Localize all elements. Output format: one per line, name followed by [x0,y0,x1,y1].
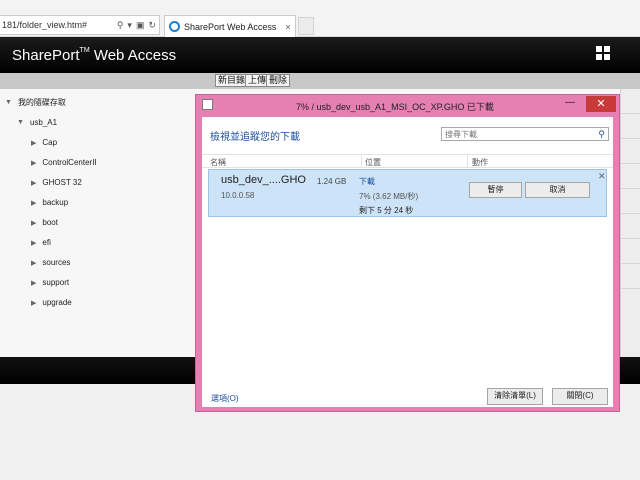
browser-tab[interactable]: SharePort Web Access × [164,15,296,37]
download-size: 1.24 GB [317,177,347,186]
tree-item-root[interactable]: ▼ 我的隨碟存取 [5,97,66,108]
download-source: 10.0.0.58 [221,191,255,200]
search-downloads-input[interactable]: 搜尋下載 ⚲ [441,127,609,141]
dialog-title: 7% / usb_dev_usb_A1_MSI_OC_XP.GHO 已下載 [296,102,494,112]
pause-button[interactable]: 暫停 [469,182,522,198]
download-progress: 7% (3.62 MB/秒) [359,192,419,201]
download-dialog: 7% / usb_dev_usb_A1_MSI_OC_XP.GHO 已下載 — … [195,94,620,412]
tree-item-folder[interactable]: ▶ sources [31,258,70,267]
search-icon[interactable]: ⚲ [598,129,608,140]
new-folder-button[interactable]: 新目錄 [215,74,249,87]
download-status-link[interactable]: 下載 [359,176,375,187]
cancel-button[interactable]: 取消 [525,182,590,198]
browser-logo-icon [169,21,180,32]
address-bar[interactable]: 181/folder_view.htm# ⚲ ▾ ▣ ↻ [0,15,160,35]
address-url[interactable]: 181/folder_view.htm# [2,20,117,30]
close-tab-icon[interactable]: × [281,22,295,32]
new-tab-button[interactable] [298,17,314,35]
search-icon[interactable]: ⚲ [117,20,124,31]
tab-title: SharePort Web Access [184,21,277,32]
right-scroll-strip [620,89,640,357]
delete-button[interactable]: 刪除 [266,74,291,87]
search-placeholder: 搜尋下載 [445,129,477,139]
chevron-down-icon[interactable]: ▾ [127,20,132,31]
collapsed-icon: ▶ [31,139,37,147]
tree-item-drive[interactable]: ▼ usb_A1 [17,118,57,127]
column-headers: 名稱 位置 動作 [202,154,613,168]
tree-item-folder[interactable]: ▶ upgrade [31,298,72,307]
download-filename: usb_dev_....GHO [221,174,306,186]
compatibility-icon[interactable]: ▣ [136,20,145,31]
column-location[interactable]: 位置 [365,157,381,168]
refresh-icon[interactable]: ↻ [148,20,156,31]
expanded-icon: ▼ [17,119,24,126]
dialog-close-button[interactable]: ✕ [586,96,616,112]
collapsed-icon: ▶ [31,239,37,247]
app-title: SharePortTM Web Access [12,47,177,64]
tree-item-folder[interactable]: ▶ Cap [31,138,57,147]
collapsed-icon: ▶ [31,219,37,227]
tree-item-folder[interactable]: ▶ efi [31,238,51,247]
options-link[interactable]: 選項(O) [211,393,239,404]
tree-item-folder[interactable]: ▶ ControlCenterII [31,158,97,167]
tree-item-folder[interactable]: ▶ backup [31,198,68,207]
download-remaining: 剩下 5 分 24 秒 [359,206,414,215]
column-action[interactable]: 動作 [472,157,488,168]
column-name[interactable]: 名稱 [210,157,226,168]
minimize-button[interactable]: — [561,97,579,111]
collapsed-icon: ▶ [31,259,37,267]
collapsed-icon: ▶ [31,179,37,187]
collapsed-icon: ▶ [31,299,37,307]
collapsed-icon: ▶ [31,159,37,167]
dialog-titlebar[interactable]: 7% / usb_dev_usb_A1_MSI_OC_XP.GHO 已下載 — … [196,95,619,115]
dialog-heading: 檢視並追蹤您的下載 [210,132,300,143]
action-bar [0,73,640,89]
close-button[interactable]: 關閉(C) [552,388,608,405]
tree-item-folder[interactable]: ▶ support [31,278,69,287]
download-app-icon [202,99,213,110]
dialog-body: 檢視並追蹤您的下載 搜尋下載 ⚲ 名稱 位置 動作 usb_dev_....GH… [202,117,613,407]
collapsed-icon: ▶ [31,279,37,287]
collapsed-icon: ▶ [31,199,37,207]
grid-view-icon[interactable] [596,46,610,60]
expanded-icon: ▼ [5,99,12,106]
download-row[interactable]: usb_dev_....GHO 1.24 GB 10.0.0.58 下載 7% … [208,169,607,217]
clear-list-button[interactable]: 清除清單(L) [487,388,543,405]
tree-item-folder[interactable]: ▶ boot [31,218,58,227]
remove-download-icon[interactable]: ✕ [598,171,606,182]
tree-item-folder[interactable]: ▶ GHOST 32 [31,178,82,187]
